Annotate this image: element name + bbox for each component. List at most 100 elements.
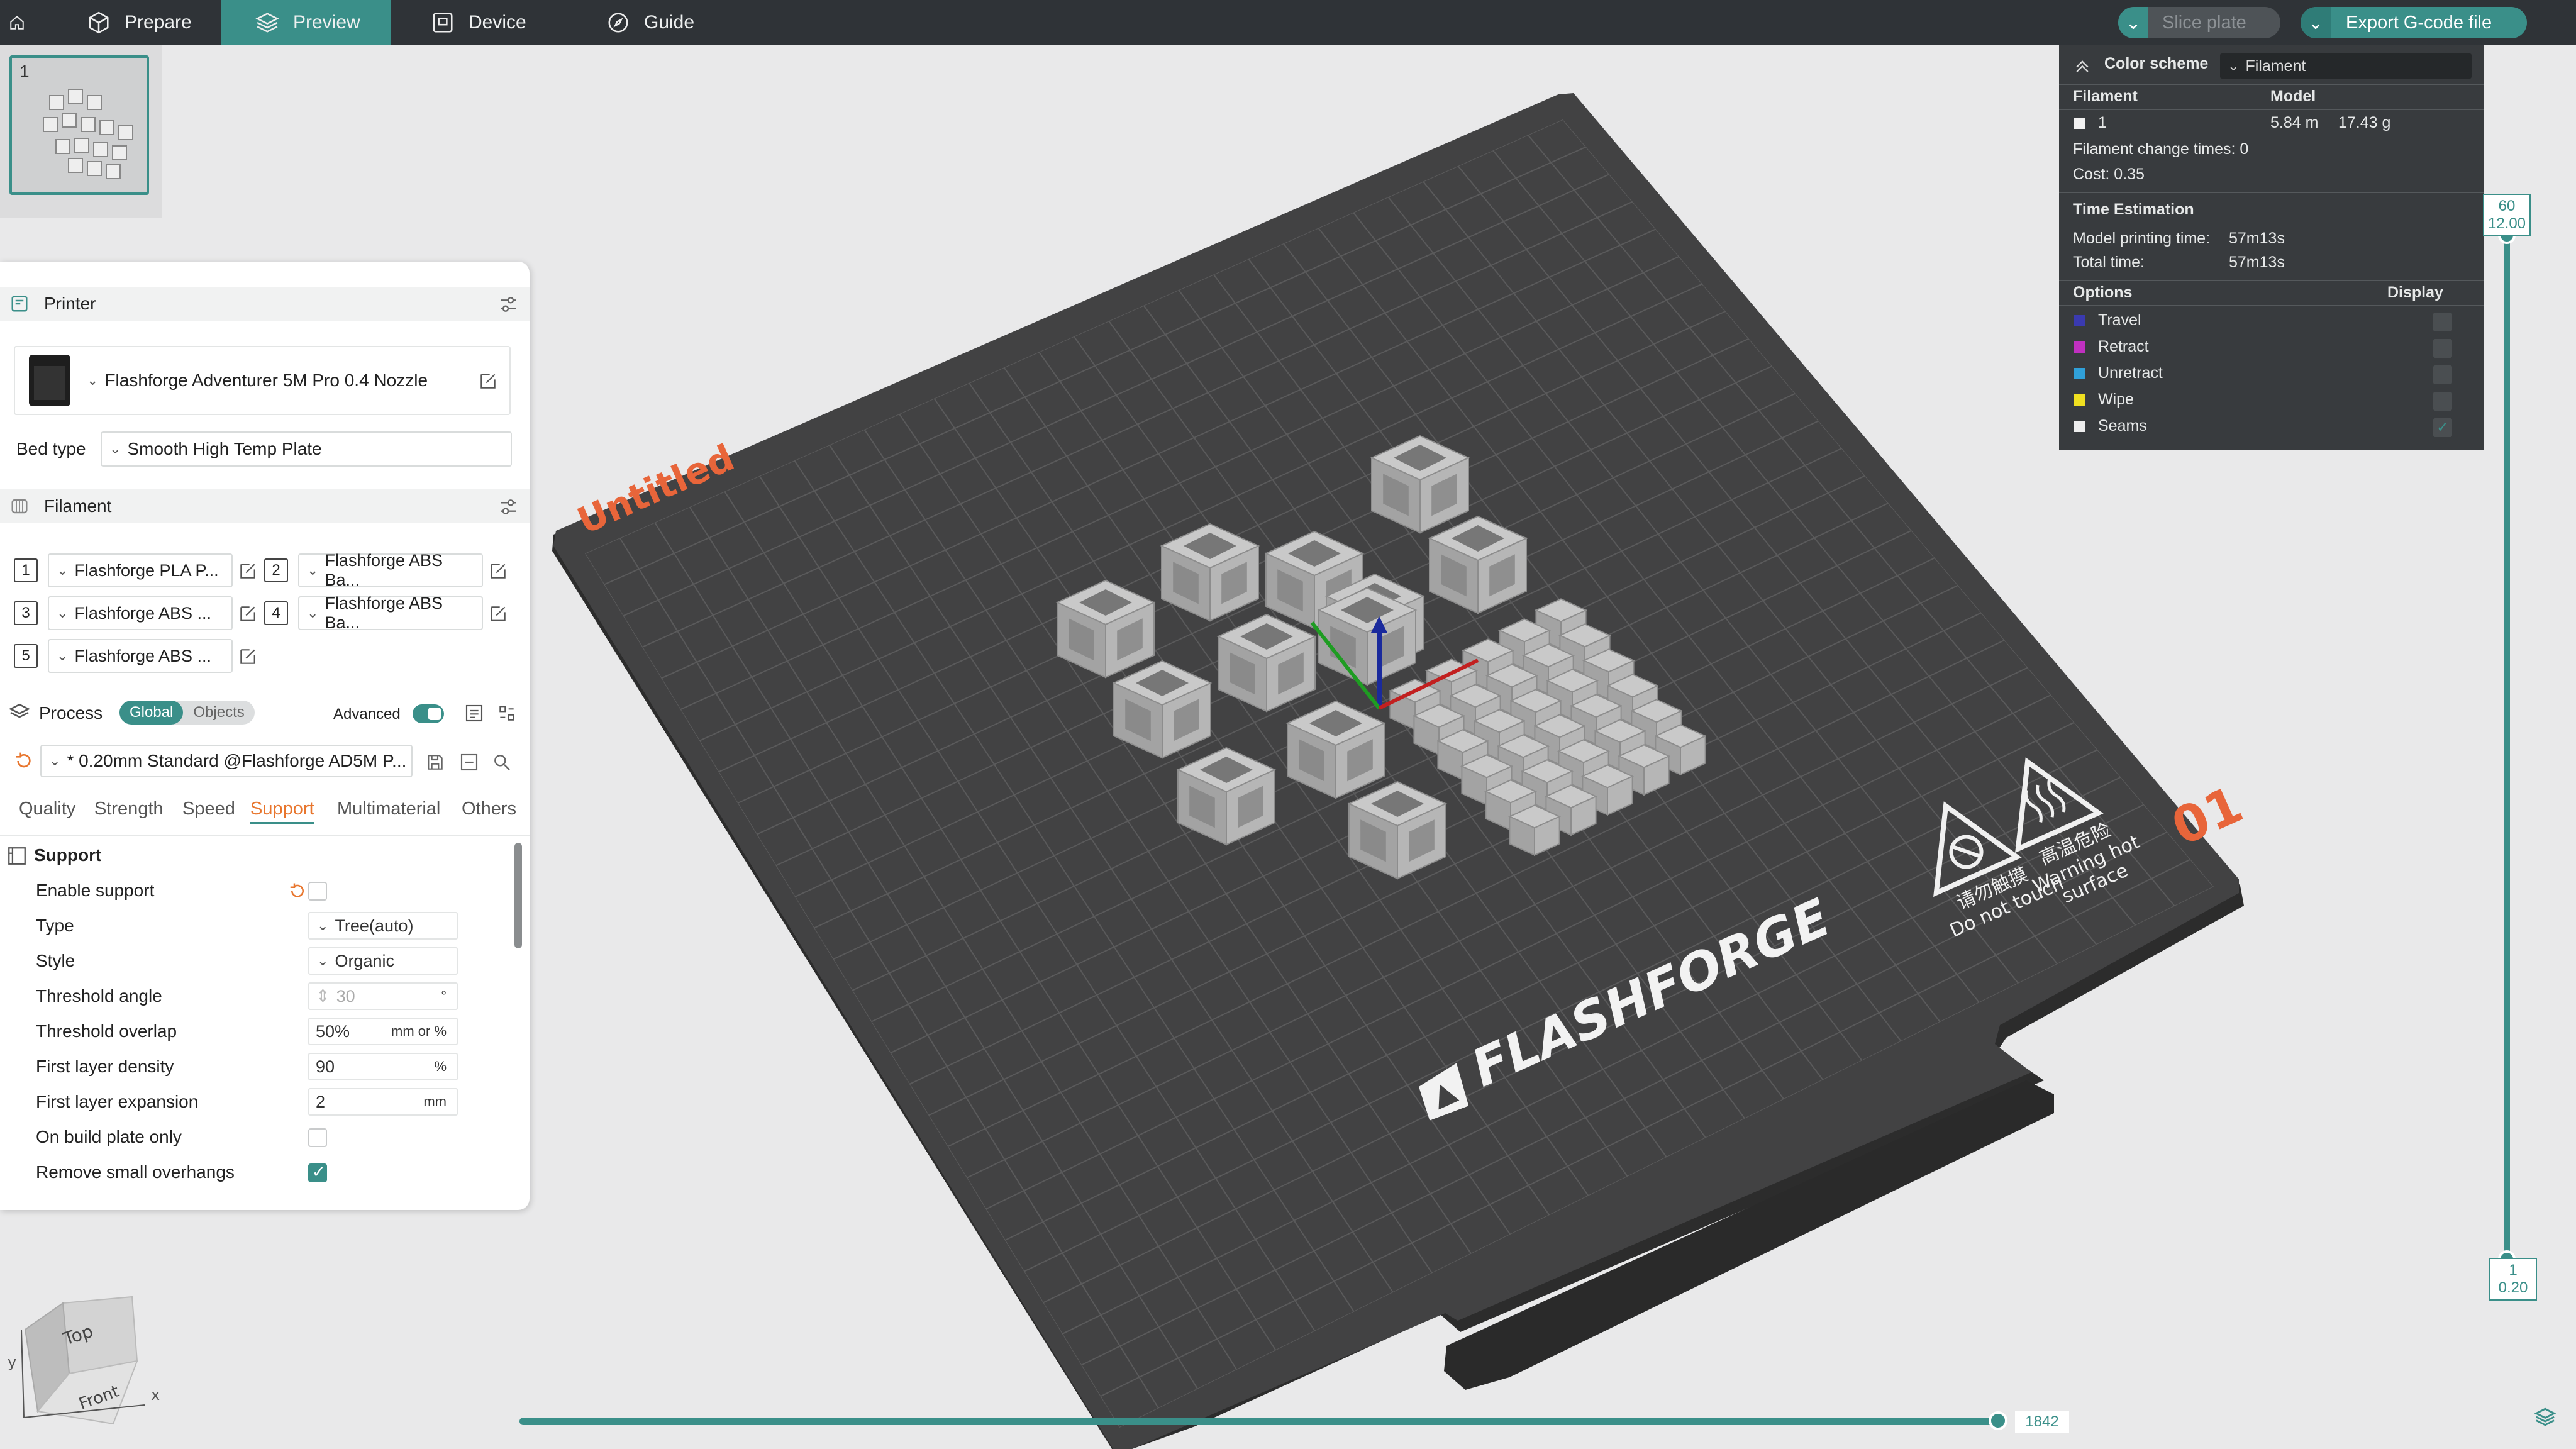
tab-prepare[interactable]: Prepare — [82, 0, 192, 45]
collapse-icon[interactable] — [2073, 56, 2092, 75]
advanced-toggle[interactable] — [413, 704, 444, 723]
edit-icon[interactable] — [238, 604, 258, 624]
layers-stack-icon[interactable] — [2534, 1406, 2556, 1428]
settings-sliders-icon[interactable] — [498, 294, 518, 314]
option-color-swatch — [2074, 341, 2085, 353]
option-checkbox[interactable] — [308, 1128, 327, 1147]
sidebar-scrollbar[interactable] — [514, 843, 522, 948]
list-icon[interactable] — [464, 703, 484, 723]
process-preset-select[interactable]: ⌄ * 0.20mm Standard @Flashforge AD5M P..… — [40, 745, 413, 777]
subtab-quality[interactable]: Quality — [19, 799, 75, 819]
axis-y-label: y — [8, 1353, 16, 1371]
model-time-value: 57m13s — [2229, 230, 2285, 247]
tab-guide-label: Guide — [644, 11, 695, 33]
display-toggle-checkbox[interactable] — [2433, 392, 2452, 411]
filament-icon — [9, 496, 30, 517]
tab-preview-label: Preview — [293, 11, 360, 33]
bed-type-value: Smooth High Temp Plate — [127, 439, 322, 458]
filament-select[interactable]: ⌄ Flashforge ABS ... — [48, 639, 233, 673]
legend-option-label: Seams — [2098, 417, 2147, 435]
option-value: 2 — [316, 1092, 326, 1111]
search-icon[interactable] — [492, 752, 512, 772]
filament-name: Flashforge ABS Ba... — [325, 594, 443, 632]
filament-color-swatch — [2074, 118, 2085, 129]
option-input[interactable]: 90% — [308, 1053, 458, 1080]
move-slider-track[interactable] — [519, 1418, 2000, 1425]
export-gcode-button[interactable]: ⌄ Export G-code file — [2301, 7, 2527, 38]
tab-preview[interactable]: Preview — [221, 0, 391, 45]
option-checkbox[interactable] — [308, 1162, 327, 1182]
option-label: First layer expansion — [36, 1092, 199, 1111]
chevron-down-icon: ⌄ — [317, 953, 329, 969]
chevron-down-icon: ⌄ — [57, 605, 69, 621]
chevron-down-icon[interactable]: ⌄ — [2301, 7, 2331, 38]
layers-icon — [9, 703, 30, 718]
edit-icon[interactable] — [238, 647, 258, 667]
filament-select[interactable]: ⌄ Flashforge ABS ... — [48, 596, 233, 630]
settings-sliders-icon[interactable] — [498, 497, 518, 517]
objects-tab[interactable]: Objects — [183, 701, 254, 724]
subtab-speed[interactable]: Speed — [182, 799, 235, 819]
process-scope-toggle[interactable]: Global Objects — [119, 701, 255, 724]
tab-guide[interactable]: Guide — [606, 0, 694, 45]
subtab-others[interactable]: Others — [462, 799, 516, 819]
subtab-support[interactable]: Support — [250, 799, 314, 824]
export-gcode-label: Export G-code file — [2346, 12, 2492, 33]
option-unit: % — [434, 1058, 447, 1074]
printer-section-header[interactable]: Printer — [0, 287, 530, 321]
color-scheme-select[interactable]: ⌄ Filament — [2220, 53, 2472, 79]
option-input[interactable]: 2 mm — [308, 1088, 458, 1116]
chevron-down-icon: ⌄ — [87, 372, 99, 388]
filament-select[interactable]: ⌄ Flashforge ABS Ba... — [298, 594, 483, 632]
home-button[interactable] — [9, 0, 39, 45]
display-toggle-checkbox[interactable] — [2433, 365, 2452, 384]
filament-section-header[interactable]: Filament — [0, 489, 530, 523]
view-cube[interactable]: Top Front x y — [0, 1285, 189, 1449]
edit-icon[interactable] — [488, 604, 508, 624]
chevron-down-icon[interactable]: ⌄ — [2118, 7, 2148, 38]
divider — [0, 835, 530, 836]
tab-device-label: Device — [469, 11, 526, 33]
option-label: Threshold overlap — [36, 1021, 177, 1041]
option-checkbox[interactable] — [308, 882, 327, 901]
option-input[interactable]: ⌄ Organic — [308, 947, 458, 975]
edit-icon[interactable] — [478, 371, 498, 391]
top-layer-label: 60 12.00 — [2483, 194, 2531, 236]
delete-icon[interactable] — [459, 752, 479, 772]
col-model-header: Model — [2270, 87, 2316, 105]
layer-slider-track[interactable] — [2504, 233, 2510, 1258]
tab-device[interactable]: Device — [431, 0, 526, 45]
plate-thumbnail[interactable]: 1 — [9, 55, 149, 195]
printer-thumbnail-icon — [29, 355, 70, 406]
filament-select[interactable]: ⌄ Flashforge PLA P... — [48, 553, 233, 587]
option-input[interactable]: ⇕ 30 ° — [308, 982, 458, 1010]
option-input[interactable]: ⌄ Tree(auto) — [308, 912, 458, 940]
global-tab[interactable]: Global — [119, 701, 184, 724]
printer-selector[interactable]: ⌄ Flashforge Adventurer 5M Pro 0.4 Nozzl… — [14, 346, 511, 415]
spinner-arrows-icon[interactable]: ⇕ — [316, 987, 330, 1006]
subtab-strength[interactable]: Strength — [94, 799, 164, 819]
display-toggle-checkbox[interactable]: ✓ — [2433, 418, 2452, 437]
slice-plate-button[interactable]: ⌄ Slice plate — [2118, 7, 2280, 38]
reset-icon[interactable] — [288, 882, 307, 901]
option-input[interactable]: 50% mm or % — [308, 1018, 458, 1045]
filament-select[interactable]: ⌄ Flashforge ABS Ba... — [298, 551, 483, 589]
display-toggle-checkbox[interactable] — [2433, 339, 2452, 358]
legend-option-label: Retract — [2098, 338, 2149, 355]
support-icon — [8, 847, 26, 865]
move-slider-handle[interactable] — [1989, 1411, 2007, 1430]
filament-name: Flashforge ABS ... — [74, 646, 212, 665]
save-icon[interactable] — [425, 752, 445, 772]
compare-icon[interactable] — [497, 703, 517, 723]
edit-icon[interactable] — [488, 561, 508, 581]
chevron-down-icon: ⌄ — [57, 648, 69, 663]
bed-type-select[interactable]: ⌄ Smooth High Temp Plate — [101, 431, 512, 467]
axis-x-label: x — [151, 1386, 160, 1404]
subtab-multimaterial[interactable]: Multimaterial — [337, 799, 440, 819]
display-toggle-checkbox[interactable] — [2433, 313, 2452, 331]
edit-icon[interactable] — [238, 561, 258, 581]
filament-index-badge: 2 — [264, 558, 288, 582]
compass-icon — [608, 12, 628, 33]
reset-icon[interactable] — [14, 751, 34, 771]
top-toolbar: Prepare Preview Device Guide ⌄ Slice pla… — [0, 0, 2576, 45]
